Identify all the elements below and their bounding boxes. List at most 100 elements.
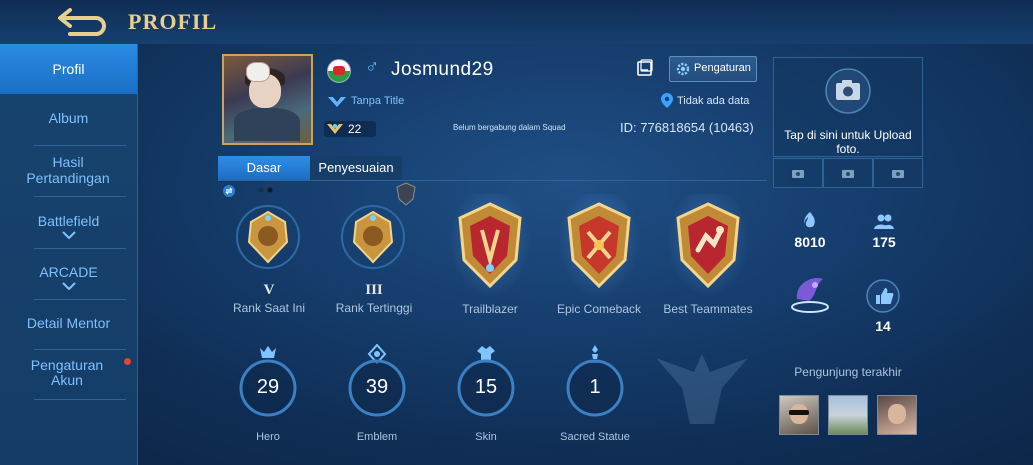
sidebar-item-album[interactable]: Album [0,110,137,126]
player-title[interactable]: Tanpa Title [351,95,404,107]
rank-highest-card[interactable]: III Rank Tertinggi [322,194,426,334]
camera-icon [842,170,854,178]
stat-value: 29 [256,376,280,398]
stat-label: Hero [256,431,280,443]
sidebar-item-label: ARCADE [39,264,98,280]
back-arrow-icon[interactable] [56,6,108,36]
fox-mask-icon [246,62,270,82]
best-teammates-medal-icon [676,202,740,289]
level-wings-icon [327,124,343,134]
medal-label: Best Teammates [663,302,753,316]
chevron-down-icon [61,282,76,290]
settings-button[interactable]: Pengaturan [669,56,757,82]
likes-value: 14 [875,318,891,334]
page-title: PROFIL [128,9,218,34]
sidebar-divider [34,399,126,400]
winged-statue-silhouette-icon [656,354,748,424]
title-icon [328,97,346,107]
level-badge: 22 [324,121,376,137]
rank-tier: V [263,282,275,298]
upload-photo-area[interactable]: Tap di sini untuk Upload foto. [773,57,923,157]
sidebar-item-pengaturan-akun[interactable]: Pengaturan Akun [22,358,112,388]
sidebar: Profil Album Hasil Pertandingan Battlefi… [0,44,138,465]
rank-tier: III [365,282,383,298]
stat-sacred-statue[interactable]: 1 Sacred Statue [550,344,640,454]
tab-dasar[interactable]: Dasar [218,156,310,180]
sidebar-item-hasil-pertandingan[interactable]: Hasil Pertandingan [18,154,118,186]
medal-label: Epic Comeback [556,302,642,316]
level-value: 22 [348,122,362,136]
rank-current-card[interactable]: V Rank Saat Ini [217,194,321,334]
stat-hero[interactable]: 29 Hero [223,344,313,454]
stat-value: 1 [589,376,601,398]
lion-rank-emblem-icon [236,205,300,269]
profile-avatar[interactable] [222,54,313,145]
sidebar-item-label: Pengaturan Akun [30,357,104,388]
tab-penyesuaian[interactable]: Penyesuaian [310,156,402,180]
sidebar-item-arcade[interactable]: ARCADE [0,264,137,290]
rank-label: Rank Saat Ini [232,301,306,315]
sidebar-divider [34,248,126,249]
male-icon: ♂ [365,57,380,78]
sidebar-item-profil[interactable]: Profil [0,44,137,94]
epic-comeback-medal-icon [567,202,631,289]
top-bar: PROFIL [0,0,1033,44]
medal-best-teammates[interactable]: Best Teammates [656,194,760,334]
people-icon [874,214,894,229]
stat-emblem[interactable]: 39 Emblem [332,344,422,454]
pet-creature-icon[interactable] [787,269,833,315]
photo-slot[interactable] [823,158,873,188]
lion-rank-emblem-icon [341,205,405,269]
thumbs-up-icon[interactable] [865,278,901,314]
stat-value: 39 [365,376,389,398]
sidebar-item-label: Detail Mentor [26,315,111,331]
camera-icon [792,170,804,178]
rank-label: Rank Tertinggi [335,301,413,315]
sidebar-item-detail-mentor[interactable]: Detail Mentor [0,315,137,331]
profile-tabs: Dasar Penyesuaian [218,156,767,181]
sidebar-item-battlefield[interactable]: Battlefield [0,213,137,239]
notification-dot [124,358,131,365]
stat-label: Sacred Statue [560,431,630,443]
right-panel: Tap di sini untuk Upload foto. 8010 175 … [767,44,1033,465]
sidebar-item-label: Hasil Pertandingan [26,154,110,186]
sidebar-divider [34,349,126,350]
sidebar-divider [34,145,126,146]
sidebar-divider [34,299,126,300]
upload-text: Tap di sini untuk Upload foto. [784,128,912,156]
camera-icon [892,170,904,178]
profile-main: ♂ Josmund29 Tanpa Title 22 Belum bergabu… [137,44,767,465]
followers-stat[interactable]: 175 [854,212,914,250]
visitor-avatar[interactable] [779,395,819,435]
stat-label: Emblem [356,431,398,443]
stat-label: Skin [475,431,497,443]
medal-trailblazer[interactable]: Trailblazer [438,194,542,334]
sidebar-divider [34,196,126,197]
sidebar-item-label: Battlefield [37,213,100,229]
trailblazer-medal-icon [458,202,522,289]
popularity-stat: 8010 [780,212,840,250]
photo-slot[interactable] [873,158,923,188]
photo-slot[interactable] [773,158,823,188]
chevron-down-icon [61,231,76,239]
sidebar-item-label: Album [48,110,89,126]
card-icon[interactable] [636,59,654,77]
settings-label: Pengaturan [694,62,751,74]
country-flag-icon [327,59,351,83]
fire-icon [804,212,815,228]
medal-epic-comeback[interactable]: Epic Comeback [547,194,651,334]
visitor-avatar[interactable] [877,395,917,435]
stat-skin[interactable]: 15 Skin [441,344,531,454]
stat-value: 15 [474,376,498,398]
player-id: ID: 776818654 (10463) [620,120,754,135]
player-name: Josmund29 [391,59,494,80]
camera-icon [825,68,871,114]
followers-value: 175 [872,234,896,250]
medal-label: Trailblazer [462,302,518,316]
squad-status: Belum bergabung dalam Squad [453,123,566,132]
visitor-avatar[interactable] [828,395,868,435]
recent-visitors-label: Pengunjung terakhir [794,365,902,379]
gear-icon [676,62,690,76]
sidebar-item-label: Profil [52,61,85,77]
page-dots [258,187,273,193]
